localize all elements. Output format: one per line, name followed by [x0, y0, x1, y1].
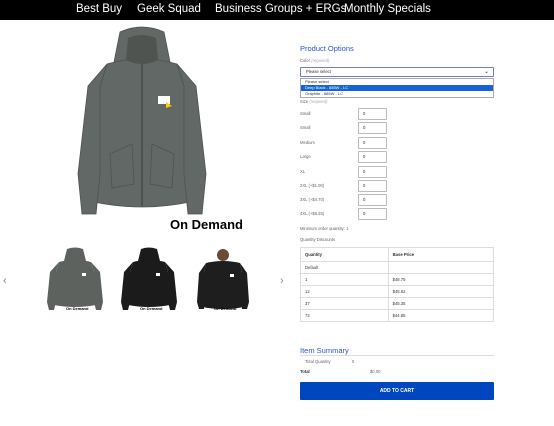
table-cell: $45.62 — [387, 285, 495, 298]
total-quantity-value: 0 — [352, 359, 355, 364]
item-summary-title: Item Summary — [300, 346, 349, 355]
size-row-medium: Medium 0 — [300, 137, 390, 149]
table-row: 12 $45.62 — [300, 285, 495, 298]
table-cell: 37 — [300, 297, 389, 310]
size-qty-input[interactable]: 0 — [358, 166, 387, 178]
size-label-4xl: 4XL (+$6.25) — [300, 211, 325, 216]
table-cell: Default — [300, 261, 389, 274]
column-header-base-price: Base Price — [387, 247, 495, 262]
size-row-4xl: 4XL (+$6.25) 0 — [300, 208, 390, 220]
required-marker: (required) — [309, 99, 328, 104]
size-row-large: Large 0 — [300, 151, 390, 163]
total-label: Total — [300, 369, 310, 374]
size-row-2xl: 2XL (+$1.00) 0 — [300, 180, 390, 192]
size-qty-input[interactable]: 0 — [358, 108, 387, 120]
size-row-small-2: Small 0 — [300, 122, 390, 134]
size-qty-input[interactable]: 0 — [358, 137, 387, 149]
thumbnail-label: On Demand — [66, 306, 89, 311]
color-select-value: Please select — [306, 69, 331, 74]
table-cell: $45.35 — [387, 297, 495, 310]
color-label-text: Color — [300, 58, 311, 63]
carousel-next-arrow[interactable]: › — [280, 275, 284, 287]
product-thumbnail-model[interactable] — [192, 247, 254, 315]
size-row-3xl: 3XL (+$4.70) 0 — [300, 194, 390, 206]
product-thumbnail-graphite[interactable] — [44, 247, 106, 315]
column-header-quantity: Quantity — [300, 247, 389, 262]
table-row: 72 $44.85 — [300, 309, 495, 322]
table-cell: $44.85 — [387, 309, 495, 322]
quantity-discounts-label: Quantity Discounts — [300, 237, 336, 242]
minimum-quantity-note: Minimum order quantity: 1 — [300, 226, 349, 231]
size-label-xl: XL — [300, 169, 306, 174]
size-row-small: Small 0 — [300, 108, 390, 120]
size-label-text: Size — [300, 99, 309, 104]
product-caption: On Demand — [170, 217, 243, 232]
total-quantity-label: Total Quantity — [305, 359, 331, 364]
table-row: 37 $45.35 — [300, 297, 495, 310]
thumbnail-label: On Demand — [140, 306, 163, 311]
size-label-medium: Medium — [300, 140, 315, 145]
nav-item-best-buy[interactable]: Best Buy — [76, 3, 122, 15]
nav-item-business-groups[interactable]: Business Groups + ERGs — [215, 3, 346, 15]
size-qty-input[interactable]: 0 — [358, 208, 387, 220]
size-row-xl: XL 0 — [300, 166, 390, 178]
add-to-cart-button[interactable]: ADD TO CART — [300, 382, 494, 400]
size-label-2xl: 2XL (+$1.00) — [300, 183, 325, 188]
product-main-image — [77, 26, 207, 215]
product-thumbnail-black[interactable] — [118, 247, 180, 315]
size-label-small: Small — [300, 111, 311, 116]
color-option-graphite[interactable]: Graphite - 885W - LC — [301, 91, 493, 97]
table-cell: 72 — [300, 309, 389, 322]
table-cell — [387, 261, 495, 274]
table-cell: 1 — [300, 273, 389, 286]
size-qty-input[interactable]: 0 — [358, 180, 387, 192]
color-dropdown-list: Please select Deep Black - 885W - LC Gra… — [300, 78, 494, 98]
size-qty-input[interactable]: 0 — [358, 151, 387, 163]
product-options-title: Product Options — [300, 44, 354, 53]
table-header-row: Quantity Base Price — [300, 247, 495, 262]
nav-item-geek-squad[interactable]: Geek Squad — [137, 3, 201, 15]
top-navigation: Best Buy Geek Squad Business Groups + ER… — [0, 0, 554, 20]
size-qty-input[interactable]: 0 — [358, 194, 387, 206]
nav-item-monthly-specials[interactable]: Monthly Specials — [344, 3, 431, 15]
size-label-large: Large — [300, 154, 311, 159]
color-label: Color (required) — [300, 58, 329, 63]
table-row: Default — [300, 261, 495, 274]
carousel-prev-arrow[interactable]: ‹ — [3, 275, 7, 287]
size-label-3xl: 3XL (+$4.70) — [300, 197, 325, 202]
quantity-discount-table: Quantity Base Price Default 1 $48.75 12 … — [300, 247, 495, 322]
table-cell: 12 — [300, 285, 389, 298]
size-label-small: Small — [300, 125, 311, 130]
size-label: Size (required) — [300, 99, 327, 104]
color-select[interactable]: Please select ⌄ — [300, 67, 494, 77]
required-marker: (required) — [311, 58, 330, 63]
chevron-down-icon: ⌄ — [483, 69, 489, 75]
table-row: 1 $48.75 — [300, 273, 495, 286]
thumbnail-label: On Demand — [214, 306, 237, 311]
total-value: $0.00 — [370, 369, 381, 374]
table-cell: $48.75 — [387, 273, 495, 286]
summary-divider — [300, 355, 494, 356]
size-qty-input[interactable]: 0 — [358, 122, 387, 134]
